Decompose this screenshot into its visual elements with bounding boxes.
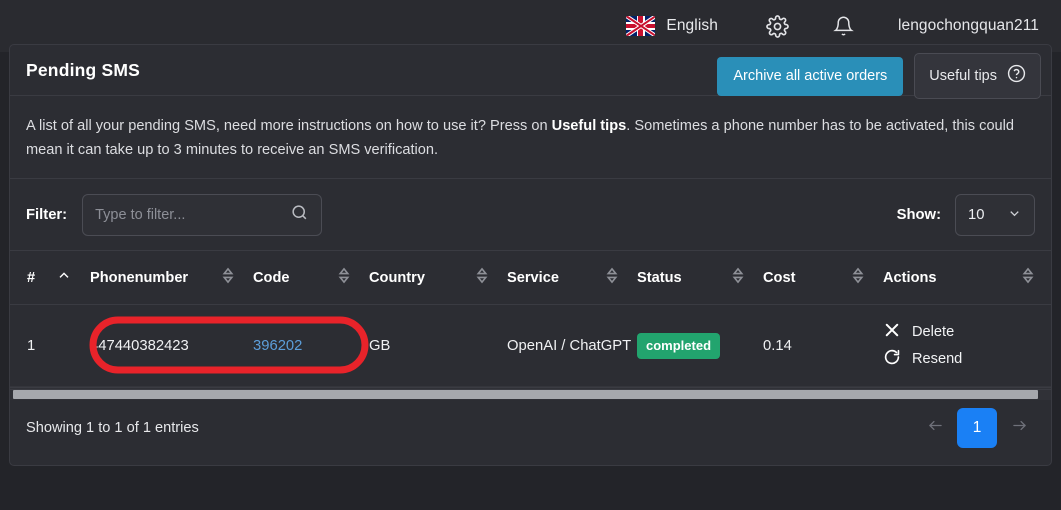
column-label: Status	[637, 269, 682, 286]
cell-country: GB	[369, 304, 507, 387]
column-label: Actions	[883, 269, 937, 286]
sort-updown-icon[interactable]	[337, 267, 351, 288]
cell-cost: 0.14	[763, 304, 883, 387]
column-label: Code	[253, 269, 290, 286]
bell-icon	[833, 15, 854, 37]
column-label: Country	[369, 269, 425, 286]
filter-label: Filter:	[26, 206, 68, 223]
resend-button[interactable]: Resend	[883, 348, 1051, 370]
pagination: 1	[919, 407, 1035, 448]
next-page-button[interactable]	[1003, 410, 1035, 446]
service-label: OpenAI / ChatGPT	[507, 337, 632, 354]
show-label: Show:	[896, 207, 941, 223]
delete-label: Delete	[912, 324, 955, 340]
status-badge: completed	[637, 332, 721, 359]
filter-row: Filter: Show: 10	[10, 179, 1051, 251]
settings-button[interactable]	[766, 14, 789, 38]
question-circle-icon	[1007, 64, 1026, 87]
arrow-left-icon	[926, 416, 945, 440]
filter-input-wrapper[interactable]	[82, 193, 323, 236]
notifications-button[interactable]	[833, 15, 854, 37]
table-row: 1 447440382423 396202 GB OpenAI / ChatGP…	[10, 304, 1051, 387]
show-entries-select[interactable]: 10	[955, 194, 1035, 236]
language-label: English	[666, 17, 718, 34]
cell-status: completed	[637, 304, 763, 387]
column-label: #	[27, 269, 36, 286]
table-footer: Showing 1 to 1 of 1 entries 1	[10, 389, 1051, 465]
column-header-number[interactable]: #	[10, 251, 90, 305]
useful-tips-button[interactable]: Useful tips	[914, 53, 1041, 99]
sort-updown-icon[interactable]	[475, 267, 489, 288]
column-header-phonenumber[interactable]: Phonenumber	[90, 251, 253, 305]
show-entries-value: 10	[968, 207, 985, 223]
refresh-icon	[883, 348, 901, 370]
sort-updown-icon[interactable]	[851, 267, 865, 288]
table-container: # Phonenumber Code Country Service Statu…	[10, 251, 1051, 400]
sort-updown-icon[interactable]	[1021, 267, 1035, 288]
arrow-right-icon	[1010, 416, 1029, 440]
sort-updown-icon[interactable]	[221, 267, 235, 288]
gear-icon	[766, 14, 789, 38]
description-text-part1: A list of all your pending SMS, need mor…	[26, 118, 552, 134]
sort-updown-icon[interactable]	[731, 267, 745, 288]
cell-phonenumber: 447440382423	[90, 304, 253, 387]
chevron-down-icon	[1007, 206, 1022, 225]
chevron-up-icon[interactable]	[56, 268, 72, 288]
cell-number: 1	[10, 304, 90, 387]
pending-sms-table: # Phonenumber Code Country Service Statu…	[10, 251, 1051, 387]
resend-label: Resend	[912, 351, 963, 367]
card-header: Pending SMS Archive all active orders Us…	[10, 45, 1051, 99]
table-body: 1 447440382423 396202 GB OpenAI / ChatGP…	[10, 304, 1051, 387]
sort-updown-icon[interactable]	[605, 267, 619, 288]
page-1-button[interactable]: 1	[957, 407, 997, 448]
column-label: Cost	[763, 269, 796, 286]
cell-code[interactable]: 396202	[253, 304, 369, 387]
column-header-country[interactable]: Country	[369, 251, 507, 305]
column-label: Service	[507, 269, 559, 286]
code-link[interactable]: 396202	[253, 338, 302, 354]
show-entries-group: Show: 10	[897, 179, 1035, 251]
archive-all-active-orders-button[interactable]: Archive all active orders	[717, 56, 904, 96]
table-header: # Phonenumber Code Country Service Statu…	[10, 251, 1051, 305]
column-header-service[interactable]: Service	[507, 251, 637, 305]
useful-tips-label: Useful tips	[929, 67, 997, 84]
card-description: A list of all your pending SMS, need mor…	[10, 96, 1051, 179]
description-bold-text: Useful tips	[551, 118, 627, 134]
page-title: Pending SMS	[26, 59, 141, 80]
showing-entries-label: Showing 1 to 1 of 1 entries	[26, 419, 199, 436]
column-header-actions[interactable]: Actions	[883, 251, 1051, 305]
column-header-code[interactable]: Code	[253, 251, 369, 305]
column-header-cost[interactable]: Cost	[763, 251, 883, 305]
uk-flag-icon	[626, 16, 656, 36]
search-input[interactable]	[95, 206, 291, 223]
header-actions: Archive all active orders Useful tips	[717, 53, 1041, 99]
cell-actions: Delete Resend	[883, 304, 1051, 387]
column-label: Phonenumber	[90, 269, 189, 286]
cell-service: OpenAI / ChatGPT	[507, 304, 637, 387]
language-selector[interactable]: English	[626, 16, 766, 36]
search-icon[interactable]	[290, 203, 309, 227]
previous-page-button[interactable]	[919, 410, 951, 446]
pending-sms-card: Pending SMS Archive all active orders Us…	[9, 44, 1052, 466]
delete-button[interactable]: Delete	[883, 321, 1051, 343]
column-header-status[interactable]: Status	[637, 251, 763, 305]
username-label[interactable]: lengochongquan211	[898, 17, 1039, 35]
close-x-icon	[883, 321, 901, 343]
table-header-row: # Phonenumber Code Country Service Statu…	[10, 251, 1051, 305]
